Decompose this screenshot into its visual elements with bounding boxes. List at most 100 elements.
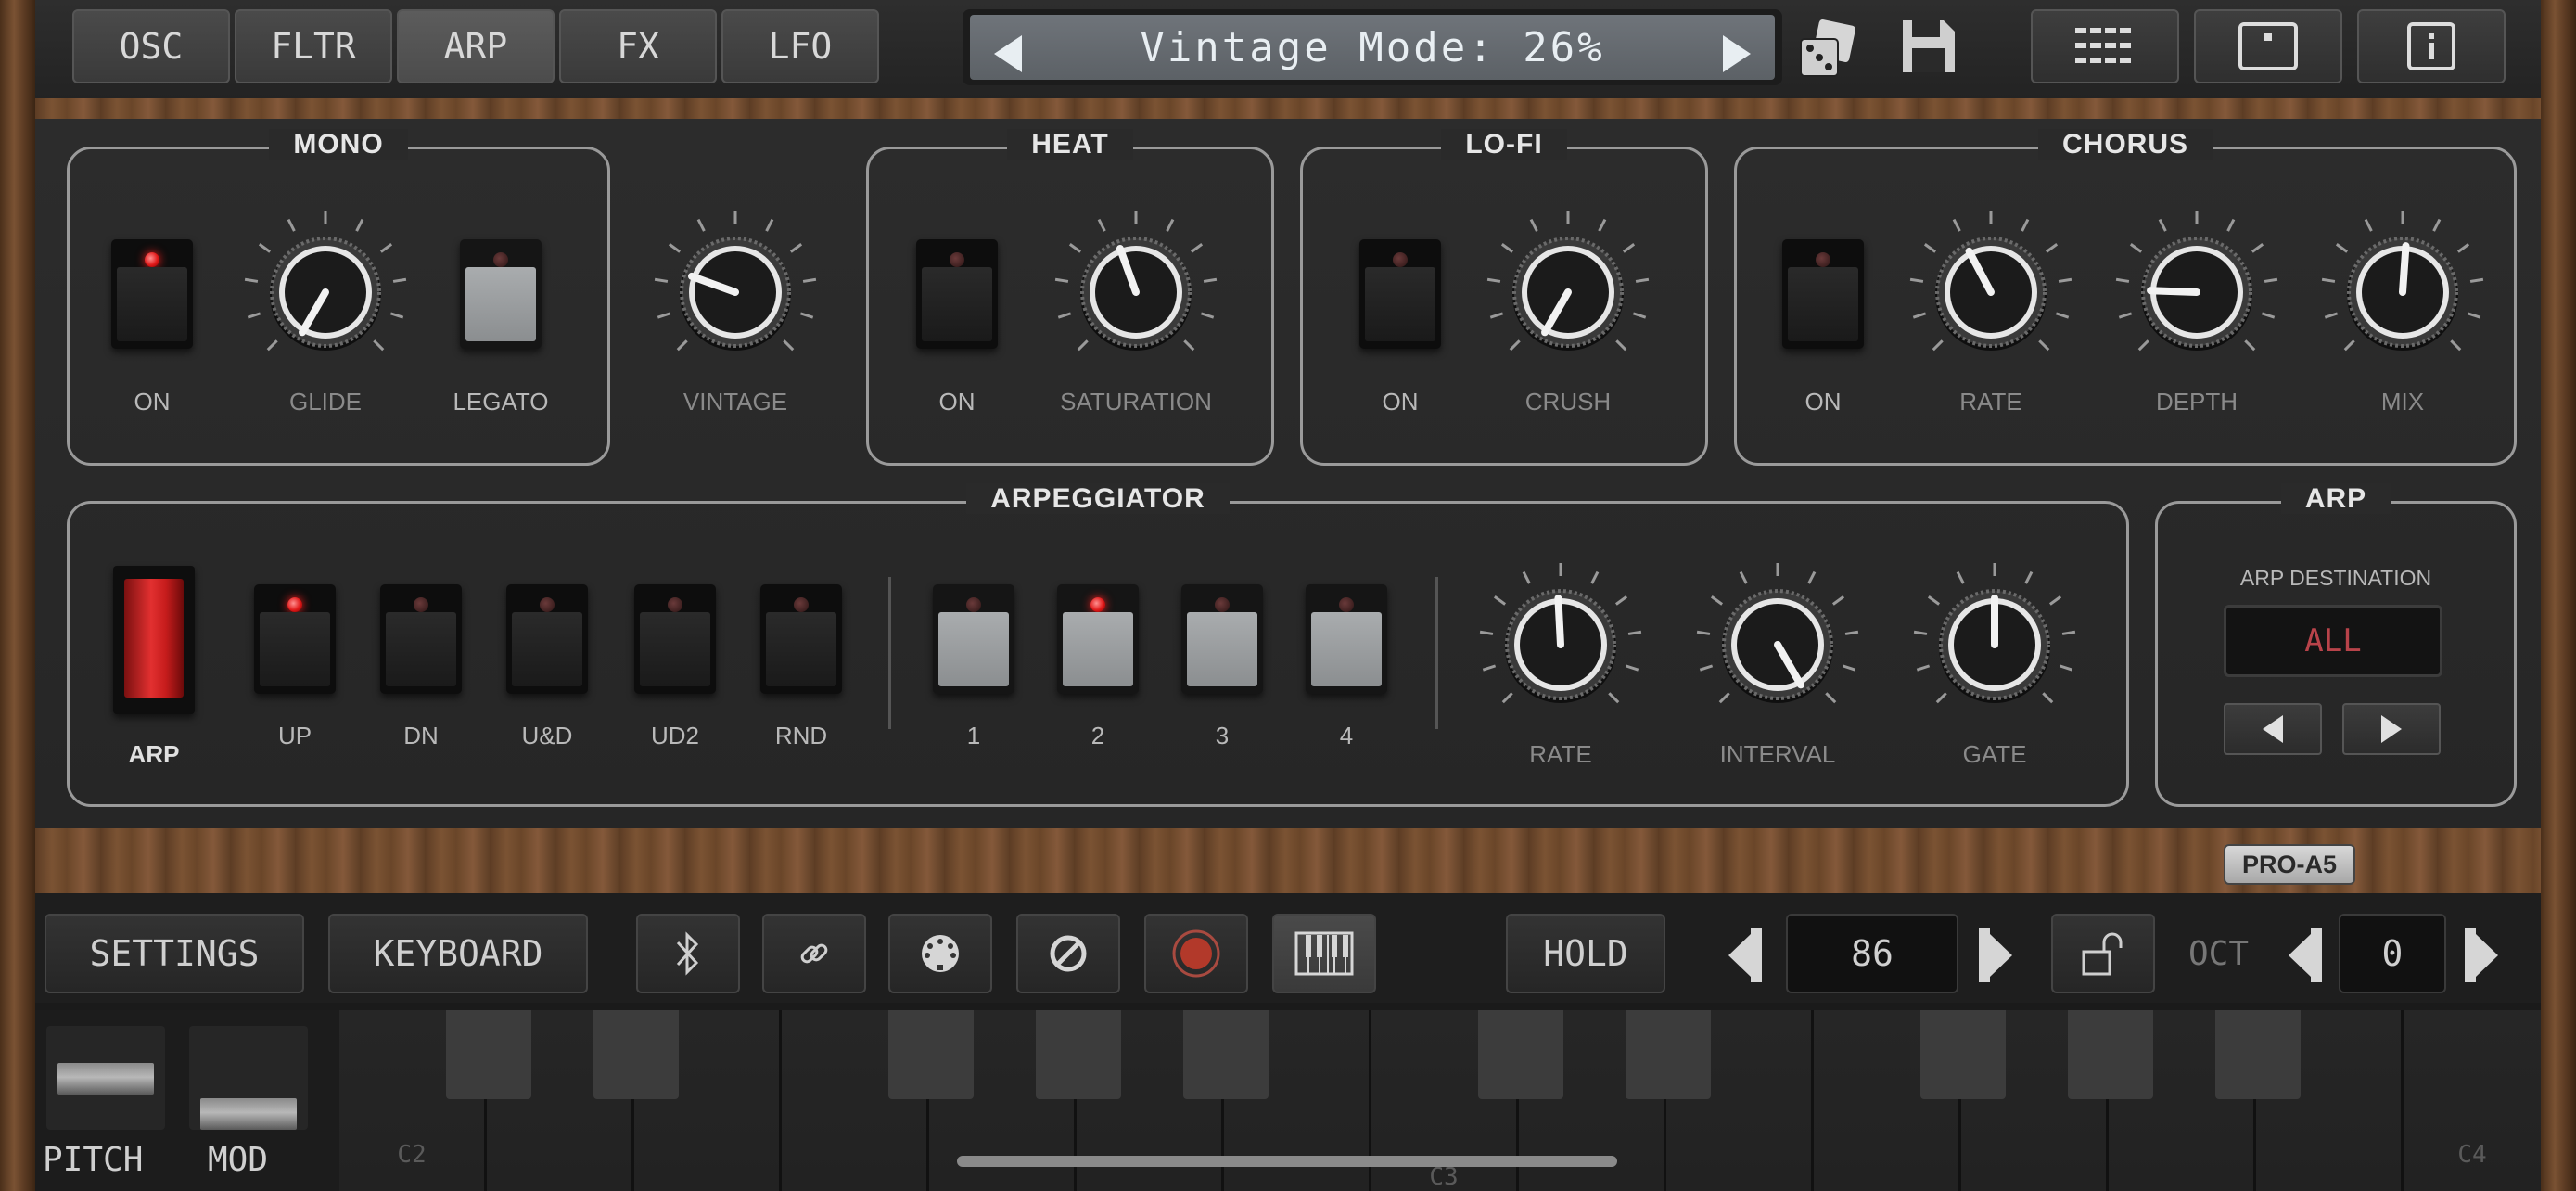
link-icon: [800, 943, 828, 964]
legato-switch[interactable]: [460, 239, 542, 349]
value-decrement-icon[interactable]: [1727, 928, 1762, 982]
arp-oct-3-led: [1215, 597, 1230, 612]
dice-icon[interactable]: [1797, 19, 1858, 80]
heat-on-led: [950, 252, 964, 267]
right-arrow-icon: [2381, 715, 2402, 743]
black-key[interactable]: [2068, 1010, 2153, 1099]
info-icon: [2407, 22, 2455, 70]
arp-rocker-switch[interactable]: [113, 566, 195, 714]
grid-icon: [2075, 28, 2131, 63]
keyboard-toggle-button[interactable]: [1272, 914, 1376, 993]
wood-strip-bottom: [35, 828, 2541, 893]
bluetooth-button[interactable]: [636, 914, 740, 993]
chorus-on-switch[interactable]: [1782, 239, 1864, 349]
hold-button[interactable]: HOLD: [1506, 914, 1665, 993]
pitch-label: PITCH: [43, 1141, 144, 1179]
key-label-c4: C4: [2457, 1141, 2487, 1169]
pitch-wheel[interactable]: [46, 1026, 165, 1130]
arp-oct-1-switch[interactable]: [933, 584, 1014, 694]
panic-button[interactable]: [1016, 914, 1120, 993]
value-increment-icon[interactable]: [1979, 928, 2014, 982]
arp-rate-knob[interactable]: [1473, 557, 1649, 733]
black-key[interactable]: [1183, 1010, 1269, 1099]
white-key[interactable]: C4: [2404, 1010, 2541, 1191]
chorus-title: CHORUS: [2037, 129, 2213, 160]
tab-lfo[interactable]: LFO: [721, 9, 879, 83]
black-key[interactable]: [1920, 1010, 2006, 1099]
keyboard-button[interactable]: KEYBOARD: [328, 914, 588, 993]
chorus-mix-knob[interactable]: [2315, 204, 2491, 380]
piano-icon: [1294, 931, 1354, 976]
arp-oct-2-switch[interactable]: [1057, 584, 1139, 694]
black-key[interactable]: [1036, 1010, 1121, 1099]
mod-wheel[interactable]: [189, 1026, 308, 1130]
tab-fx[interactable]: FX: [559, 9, 717, 83]
lofi-title: LO-FI: [1441, 129, 1567, 160]
midi-button[interactable]: [888, 914, 992, 993]
arp-mode-dn-switch[interactable]: [380, 584, 462, 694]
tab-arp[interactable]: ARP: [397, 9, 555, 83]
mono-on-switch[interactable]: [111, 239, 193, 349]
home-indicator[interactable]: [957, 1156, 1617, 1167]
glide-label: GLIDE: [288, 388, 363, 416]
lock-button[interactable]: [2051, 914, 2155, 993]
mod-label: MOD: [208, 1141, 269, 1179]
black-key[interactable]: [2215, 1010, 2301, 1099]
tab-fltr[interactable]: FLTR: [235, 9, 392, 83]
prev-arrow-icon[interactable]: [990, 33, 1027, 74]
arp-rate-label: RATE: [1529, 740, 1592, 768]
arp-mode-ud2-led: [668, 597, 682, 612]
arp-oct-1-led: [966, 597, 981, 612]
arp-oct-3-switch[interactable]: [1181, 584, 1263, 694]
octave-increment-icon[interactable]: [2465, 928, 2500, 982]
arp-oct-4-switch[interactable]: [1306, 584, 1387, 694]
wood-side-right: [2541, 0, 2576, 1191]
tab-osc[interactable]: OSC: [72, 9, 230, 83]
mono-on-led: [145, 252, 159, 267]
saturation-knob[interactable]: [1048, 204, 1224, 380]
chorus-on-led: [1816, 252, 1830, 267]
chorus-depth-knob[interactable]: [2109, 204, 2285, 380]
link-button[interactable]: [762, 914, 866, 993]
chorus-rate-knob[interactable]: [1903, 204, 2079, 380]
vintage-knob[interactable]: [647, 204, 823, 380]
arp-gate-label: GATE: [1962, 740, 2027, 768]
black-key[interactable]: [593, 1010, 679, 1099]
arp-oct-4-led: [1339, 597, 1354, 612]
next-arrow-icon[interactable]: [1717, 33, 1754, 74]
lofi-on-switch[interactable]: [1359, 239, 1441, 349]
arp-mode-ud2-switch[interactable]: [634, 584, 716, 694]
chorus-mix-label: MIX: [2380, 388, 2425, 416]
black-key[interactable]: [1478, 1010, 1563, 1099]
arp-mode-up-led: [287, 597, 302, 612]
arp-destination-prev-button[interactable]: [2224, 703, 2322, 755]
arp-mode-rnd-switch[interactable]: [760, 584, 842, 694]
arp-interval-knob[interactable]: [1690, 557, 1866, 733]
arp-mode-up-switch[interactable]: [254, 584, 336, 694]
black-key[interactable]: [888, 1010, 974, 1099]
record-button[interactable]: [1144, 914, 1248, 993]
legato-label: LEGATO: [453, 388, 549, 416]
arp-gate-knob[interactable]: [1906, 557, 2083, 733]
glide-knob[interactable]: [237, 204, 414, 380]
saturation-label: SATURATION: [1060, 388, 1212, 416]
arp-destination-next-button[interactable]: [2342, 703, 2441, 755]
heat-on-switch[interactable]: [916, 239, 998, 349]
brand-logo: PRO-A5: [2224, 844, 2355, 885]
arp-destination-label: ARP DESTINATION: [2239, 566, 2432, 590]
settings-button[interactable]: SETTINGS: [45, 914, 304, 993]
black-key[interactable]: [1626, 1010, 1711, 1099]
info-button[interactable]: [2357, 9, 2506, 83]
save-icon[interactable]: [1899, 17, 1958, 76]
octave-decrement-icon[interactable]: [2287, 928, 2322, 982]
vintage-label: VINTAGE: [682, 388, 788, 416]
grid-button[interactable]: [2031, 9, 2179, 83]
preset-display: Vintage Mode: 26%: [963, 9, 1782, 85]
display-text: Vintage Mode: 26%: [1140, 23, 1605, 71]
arp-mode-rnd-led: [794, 597, 809, 612]
arp-mode-ud-switch[interactable]: [506, 584, 588, 694]
panel-button[interactable]: [2194, 9, 2342, 83]
crush-knob[interactable]: [1480, 204, 1656, 380]
black-key[interactable]: [446, 1010, 531, 1099]
wood-side-left: [0, 0, 35, 1191]
